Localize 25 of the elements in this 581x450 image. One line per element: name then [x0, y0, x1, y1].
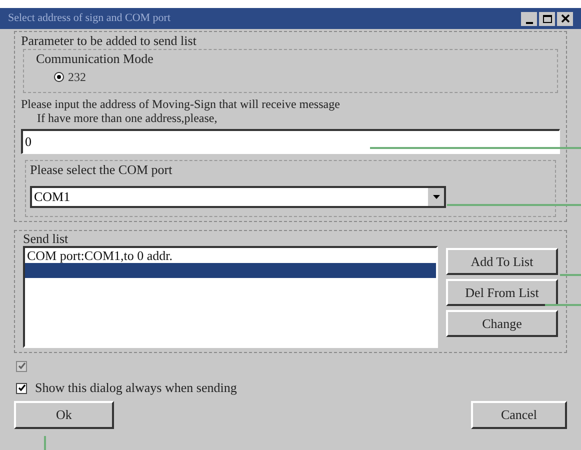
group-label: Please select the COM port — [30, 161, 174, 178]
mode-label: Communication Mode — [36, 50, 154, 68]
leader-line — [44, 436, 46, 450]
address-hint: If have more than one address,please, — [36, 111, 218, 125]
cancel-button[interactable]: Cancel — [471, 401, 567, 429]
group-label: Send list — [23, 231, 70, 246]
radio-label: 232 — [68, 69, 86, 86]
checkbox[interactable] — [16, 382, 27, 394]
checkbox-label: Show this dialog always when sending — [35, 379, 237, 398]
window-title: Select address of sign and COM port — [8, 11, 171, 26]
list-action-button[interactable]: Del From List — [446, 279, 558, 306]
radio-button[interactable] — [54, 72, 64, 82]
list-action-button[interactable]: Add To List — [446, 248, 558, 275]
maximize-icon[interactable] — [539, 12, 555, 26]
address-field[interactable]: 0 — [21, 129, 560, 154]
leader-line — [560, 274, 581, 276]
address-prompt: Please input the address of Moving-Sign that will receive message — [21, 97, 341, 111]
close-icon[interactable] — [557, 12, 573, 26]
leader-line — [545, 304, 581, 306]
ok-button[interactable]: Ok — [14, 401, 114, 429]
list-action-button[interactable]: Change — [446, 310, 558, 337]
group-label: Parameter to be added to send list — [21, 32, 198, 49]
minimize-icon[interactable] — [521, 12, 537, 26]
list-item[interactable]: COM port:COM1,to 0 addr. — [25, 248, 436, 263]
com-port-dropdown[interactable]: COM1 — [30, 186, 446, 208]
